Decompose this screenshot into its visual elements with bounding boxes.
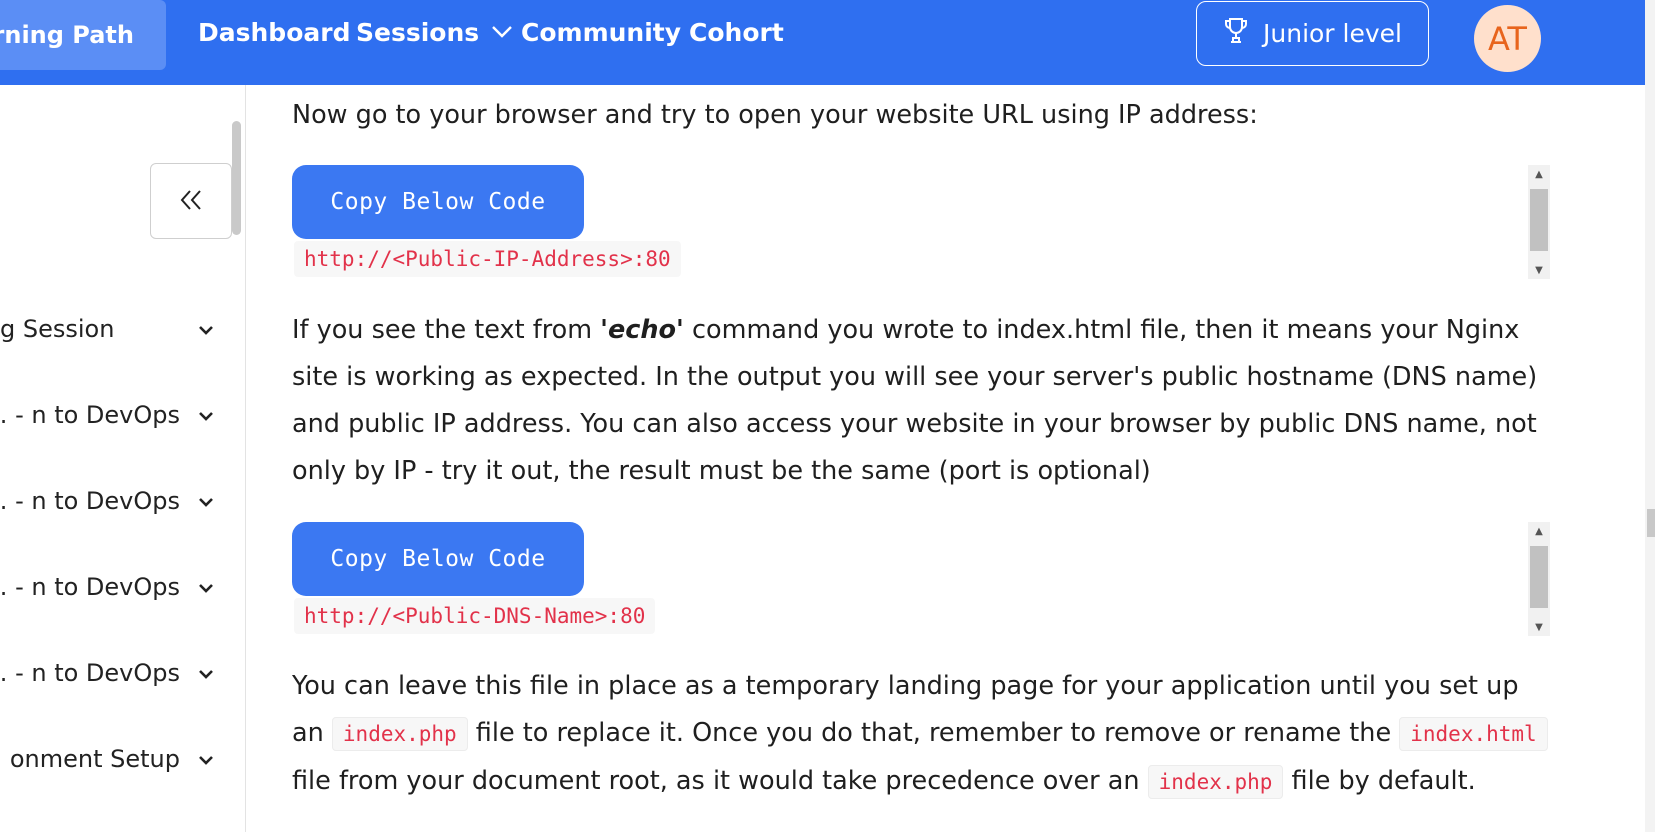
avatar[interactable]: AT	[1474, 5, 1541, 72]
chevron-down-icon	[194, 749, 218, 770]
inline-code-index-php: index.php	[331, 717, 468, 751]
chevron-down-icon	[194, 491, 218, 512]
trophy-icon	[1223, 17, 1249, 51]
paragraph-open-browser: Now go to your browser and try to open y…	[292, 100, 1258, 130]
copy-code-button[interactable]: Copy Below Code	[292, 522, 584, 596]
sidebar-item-label: n to DevOps - ...	[0, 573, 180, 601]
scroll-down-arrow-icon[interactable]: ▼	[1528, 618, 1550, 636]
code-scrollbar[interactable]: ▲ ▼	[1528, 165, 1550, 279]
paragraph-echo-check: If you see the text from 'echo' command …	[292, 307, 1552, 495]
sidebar-item-label: g Session	[0, 315, 115, 343]
nav-dashboard[interactable]: Dashboard	[198, 18, 350, 47]
chevron-down-icon	[194, 319, 218, 340]
nav-community[interactable]: Community	[521, 18, 681, 47]
inline-code-index-html: index.html	[1399, 717, 1548, 751]
echo-emphasis: 'echo'	[600, 315, 684, 345]
sidebar-item-label: onment Setup ...	[0, 745, 180, 773]
code-scrollbar[interactable]: ▲ ▼	[1528, 522, 1550, 636]
sidebar-item-label: n to DevOps - ...	[0, 487, 180, 515]
page-scrollbar[interactable]	[1645, 0, 1655, 832]
nav-sessions-label: Sessions	[356, 18, 480, 47]
scroll-up-arrow-icon[interactable]: ▲	[1528, 522, 1550, 540]
top-navbar: arning Path Dashboard Sessions Community…	[0, 0, 1645, 85]
sidebar-scrollbar[interactable]	[232, 121, 241, 235]
code-block-ip: Copy Below Code http://<Public-IP-Addres…	[292, 165, 1550, 279]
paragraph-text: file to replace it. Once you do that, re…	[467, 718, 1400, 748]
sidebar-item-label: n to DevOps - ...	[0, 401, 180, 429]
nav-cohort[interactable]: Cohort	[689, 18, 784, 47]
sidebar-item-environment-setup[interactable]: onment Setup ...	[0, 739, 218, 779]
page-scrollbar-thumb[interactable]	[1647, 509, 1655, 537]
chevron-down-icon	[491, 16, 513, 45]
junior-level-button[interactable]: Junior level	[1196, 1, 1429, 66]
inline-code-index-php: index.php	[1147, 765, 1284, 799]
sidebar-item-devops-3[interactable]: n to DevOps - ...	[0, 567, 218, 607]
paragraph-text: file by default.	[1283, 766, 1476, 796]
code-scrollbar-thumb[interactable]	[1530, 546, 1548, 608]
sidebar-item-devops-1[interactable]: n to DevOps - ...	[0, 395, 218, 435]
sidebar-item-devops-4[interactable]: n to DevOps - ...	[0, 653, 218, 693]
collapse-sidebar-button[interactable]	[150, 163, 232, 239]
paragraph-text: file from your document root, as it woul…	[292, 766, 1148, 796]
copy-code-button[interactable]: Copy Below Code	[292, 165, 584, 239]
code-dns-url: http://<Public-DNS-Name>:80	[294, 598, 656, 634]
sidebar-item-session[interactable]: g Session	[0, 309, 218, 349]
chevron-down-icon	[194, 405, 218, 426]
code-ip-url: http://<Public-IP-Address>:80	[294, 241, 681, 277]
sidebar: g Session n to DevOps - ... n to DevOps …	[0, 85, 246, 832]
scroll-up-arrow-icon[interactable]: ▲	[1528, 165, 1550, 183]
chevron-down-icon	[194, 577, 218, 598]
sidebar-item-label: n to DevOps - ...	[0, 659, 180, 687]
sidebar-item-devops-2[interactable]: n to DevOps - ...	[0, 481, 218, 521]
nav-learning-path[interactable]: arning Path	[0, 0, 166, 70]
junior-level-label: Junior level	[1263, 19, 1402, 48]
paragraph-landing-page: You can leave this file in place as a te…	[292, 663, 1552, 806]
code-scrollbar-thumb[interactable]	[1530, 189, 1548, 251]
chevron-down-icon	[194, 663, 218, 684]
nav-sessions[interactable]: Sessions	[356, 18, 513, 47]
double-chevron-left-icon	[178, 181, 204, 221]
scroll-down-arrow-icon[interactable]: ▼	[1528, 261, 1550, 279]
code-block-dns: Copy Below Code http://<Public-DNS-Name>…	[292, 522, 1550, 636]
paragraph-text: If you see the text from	[292, 315, 601, 345]
